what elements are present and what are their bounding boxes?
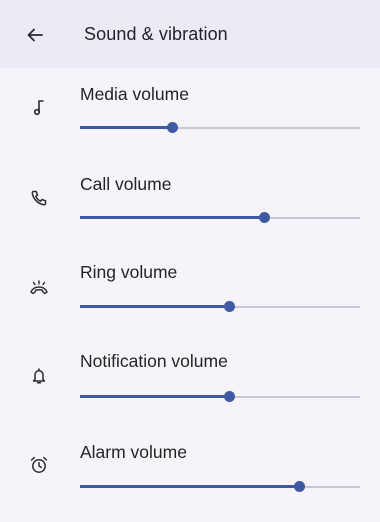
slider-fill: [80, 485, 300, 488]
slider-thumb[interactable]: [224, 301, 236, 312]
ring-volume-row: Ring volume: [0, 253, 380, 343]
call-volume-label: Call volume: [80, 174, 172, 194]
slider-fill: [80, 216, 265, 219]
notification-volume-row: Notification volume: [0, 342, 380, 432]
slider-thumb[interactable]: [166, 122, 178, 133]
app-bar: Sound & vibration: [0, 0, 380, 68]
alarm-volume-slider[interactable]: [80, 477, 360, 497]
slider-thumb[interactable]: [224, 391, 236, 402]
call-volume-row: Call volume: [0, 165, 380, 255]
call-volume-slider[interactable]: [80, 208, 360, 228]
phone-icon: [26, 185, 52, 211]
ring-volume-label: Ring volume: [80, 262, 178, 282]
ringing-phone-icon: [26, 274, 52, 300]
arrow-back-icon: [27, 28, 43, 42]
page-title: Sound & vibration: [84, 24, 228, 44]
ring-volume-slider[interactable]: [80, 297, 360, 317]
alarm-volume-label: Alarm volume: [80, 442, 187, 462]
slider-fill: [80, 305, 230, 308]
back-button[interactable]: [20, 20, 50, 50]
slider-thumb[interactable]: [259, 212, 271, 223]
media-volume-label: Media volume: [80, 84, 189, 104]
media-volume-slider[interactable]: [80, 118, 360, 138]
media-volume-row: Media volume: [0, 76, 380, 166]
alarm-clock-icon: [26, 452, 52, 478]
notification-volume-label: Notification volume: [80, 351, 228, 371]
slider-fill: [80, 126, 173, 129]
bell-icon: [26, 363, 52, 389]
notification-volume-slider[interactable]: [80, 387, 360, 407]
slider-fill: [80, 395, 230, 398]
slider-thumb[interactable]: [294, 481, 306, 492]
music-note-icon: [26, 94, 52, 120]
alarm-volume-row: Alarm volume: [0, 432, 380, 522]
